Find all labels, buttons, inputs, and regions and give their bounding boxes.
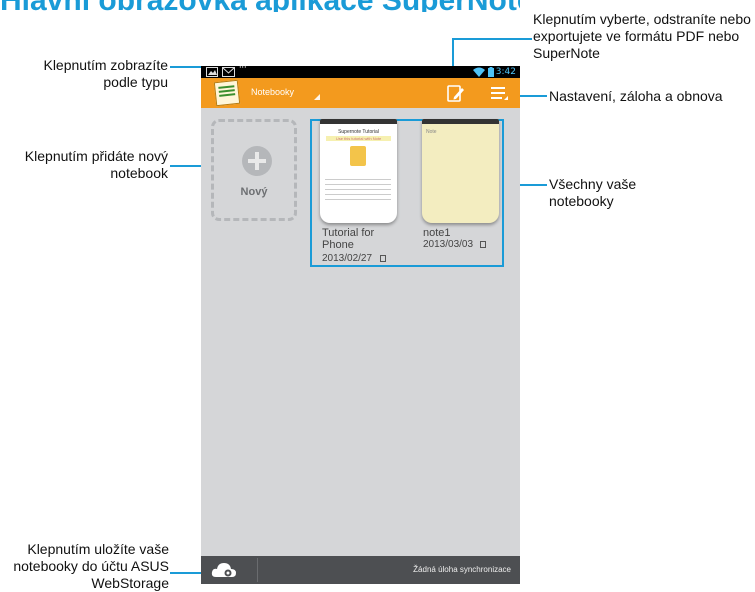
callout-add-notebook: Klepnutím přidáte nový notebook	[24, 148, 168, 181]
new-notebook-label: Nový	[240, 186, 268, 198]
connector-edit	[452, 38, 532, 40]
callout-type-view: Klepnutím zobrazíte podle typu	[43, 57, 168, 90]
image-icon	[206, 67, 218, 77]
callout-all-notebooks: Všechny vaše notebooky	[549, 176, 637, 209]
gmail-icon	[222, 67, 235, 77]
notebook-cover-subtitle: Use this tutorial with Note	[335, 136, 382, 141]
page-heading-text: Hlavní obrazovka aplikace SuperNote	[0, 0, 520, 12]
notebook-name: Tutorial for Phone	[322, 227, 375, 251]
notebook-cover-icon	[350, 146, 366, 166]
bottom-bar: Žádná úloha synchronizace	[201, 556, 520, 584]
notebook-cover-subtitle-box: Use this tutorial with Note	[326, 136, 391, 141]
callout-select-delete-export: Klepnutím vyberte, odstraníte nebo expor…	[533, 11, 751, 61]
add-icon	[242, 146, 272, 176]
menu-icon[interactable]	[488, 83, 510, 103]
cloud-settings-icon[interactable]	[211, 561, 237, 579]
page-heading: Hlavní obrazovka aplikace SuperNote	[0, 0, 520, 12]
notification-dots-icon: '''	[239, 66, 247, 75]
battery-icon	[488, 67, 494, 77]
notebook-date: 2013/03/03	[423, 239, 474, 250]
supernote-app-icon[interactable]	[213, 79, 241, 107]
notebook-cover-tutorial[interactable]: Supernote Tutorial Use this tutorial wit…	[320, 119, 397, 223]
status-time: 3:42	[495, 67, 516, 77]
notebook-name: note1	[423, 227, 451, 239]
callout-save-to-webstorage: Klepnutím uložíte vaše notebooky do účtu…	[13, 541, 169, 591]
type-selector[interactable]: Notebooky	[251, 87, 294, 97]
notebook-cover-note1[interactable]: Note	[422, 119, 499, 223]
notebook-date: 2013/02/27	[322, 253, 373, 264]
notebook-cover-title: Supernote Tutorial	[338, 129, 379, 135]
bottom-bar-separator	[257, 558, 258, 582]
notebook-cover-text: Note	[426, 129, 437, 135]
new-notebook-button[interactable]: Nový	[211, 119, 297, 221]
notebook-cover-lines	[325, 175, 391, 203]
action-bar: Notebooky	[201, 78, 520, 108]
status-bar: ''' 3:42	[201, 66, 520, 78]
wifi-icon	[473, 67, 485, 77]
notebook-date-icon	[380, 255, 386, 262]
phone-screen: ''' 3:42 Notebooky Nový Supernote Tutori…	[201, 66, 520, 584]
callout-settings: Nastavení, záloha a obnova	[549, 88, 723, 104]
notebook-binding	[320, 119, 397, 124]
type-selector-arrow-icon[interactable]	[314, 94, 320, 100]
sync-status: Žádná úloha synchronizace	[413, 565, 511, 574]
notebook-date-icon	[480, 241, 486, 248]
edit-notebook-icon[interactable]	[445, 83, 467, 103]
notebook-binding	[422, 119, 499, 124]
